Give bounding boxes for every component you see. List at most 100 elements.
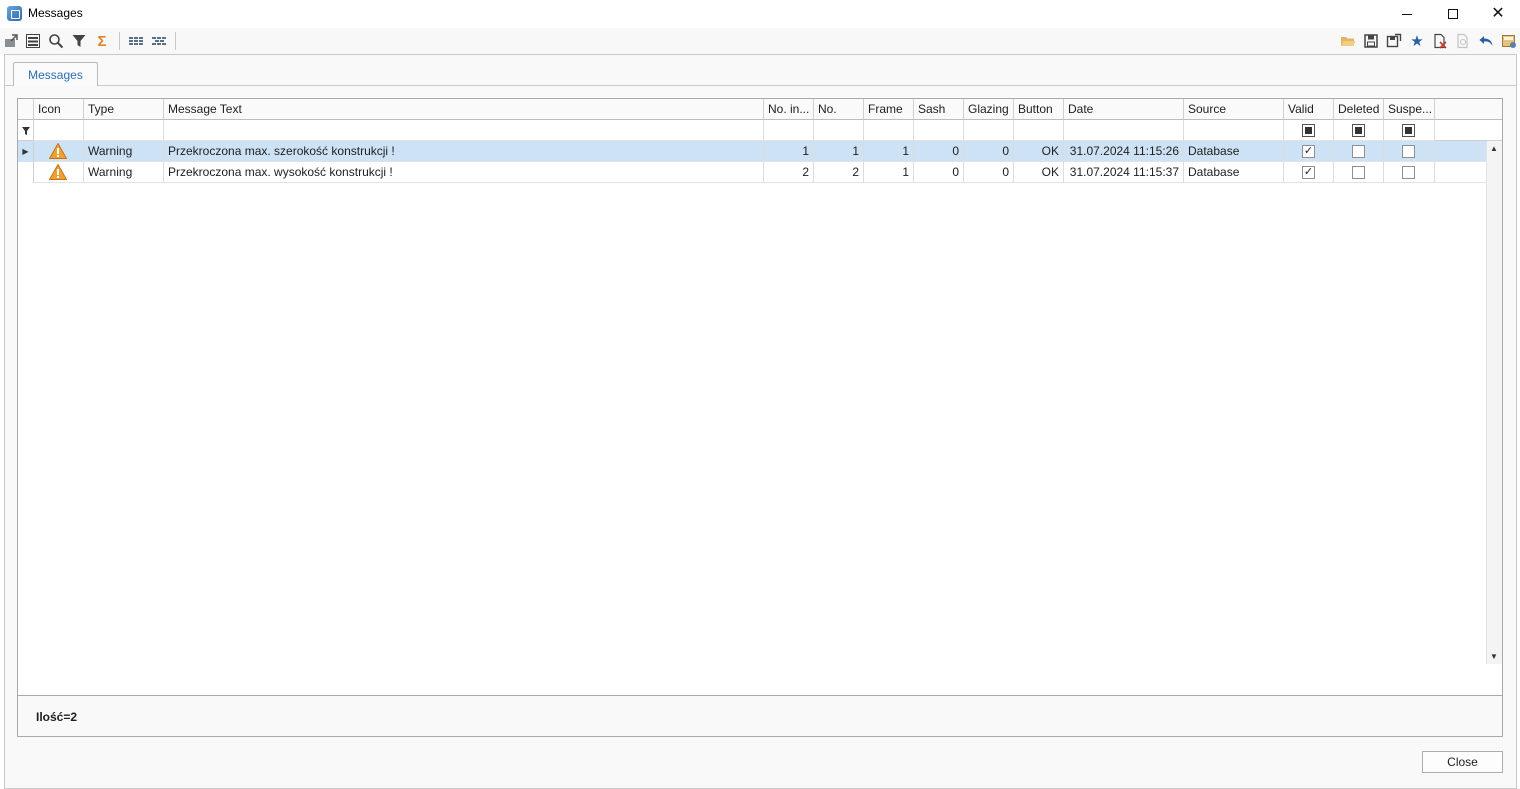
tab-messages[interactable]: Messages: [13, 62, 98, 86]
cell-date: 31.07.2024 11:15:37: [1064, 162, 1184, 183]
document-disabled-icon: [1454, 32, 1472, 50]
settings-image-icon[interactable]: [1500, 32, 1518, 50]
warning-icon: [49, 143, 67, 159]
vertical-scrollbar[interactable]: ▲ ▼: [1486, 141, 1502, 664]
suspended-checkbox[interactable]: [1402, 145, 1415, 158]
valid-checkbox[interactable]: ✓: [1302, 166, 1315, 179]
cell-frame: 1: [864, 141, 914, 162]
column-header-type[interactable]: Type: [84, 99, 164, 120]
toolbar-separator: [175, 32, 176, 50]
collapse-all-icon[interactable]: [150, 32, 168, 50]
table-row[interactable]: ▶ Warning Przekroczona max. szerokość ko…: [18, 141, 1486, 162]
cell-button: OK: [1014, 162, 1064, 183]
filter-cell-valid: [1284, 120, 1334, 141]
cell-message-text: Przekroczona max. wysokość konstrukcji !: [164, 162, 764, 183]
cell-source: Database: [1184, 162, 1284, 183]
summary-panel: Ilość=2: [17, 695, 1503, 737]
valid-checkbox[interactable]: ✓: [1302, 145, 1315, 158]
column-header-suspended[interactable]: Suspe...: [1384, 99, 1435, 120]
row-indicator: [18, 162, 34, 183]
cell-type: Warning: [84, 141, 164, 162]
cell-type: Warning: [84, 162, 164, 183]
cell-glazing: 0: [964, 162, 1014, 183]
filter-deleted-checkbox[interactable]: [1352, 124, 1365, 137]
filter-icon[interactable]: [70, 32, 88, 50]
search-icon[interactable]: [47, 32, 65, 50]
column-header-glazing[interactable]: Glazing: [964, 99, 1014, 120]
column-header-message-text[interactable]: Message Text: [164, 99, 764, 120]
filter-cell-glazing[interactable]: [964, 120, 1014, 141]
toolbar: Σ ★: [0, 28, 1520, 54]
deleted-checkbox[interactable]: [1352, 166, 1365, 179]
close-button[interactable]: Close: [1422, 751, 1503, 773]
cell-deleted: [1334, 162, 1384, 183]
column-header-sash[interactable]: Sash: [914, 99, 964, 120]
filter-cell-suspended: [1384, 120, 1435, 141]
scroll-down-icon[interactable]: ▼: [1490, 652, 1498, 661]
cell-frame: 1: [864, 162, 914, 183]
filter-cell-type[interactable]: [84, 120, 164, 141]
save-as-icon[interactable]: [1385, 32, 1403, 50]
export-icon[interactable]: [2, 32, 20, 50]
cell-empty: [1435, 141, 1486, 162]
filter-cell-message-text[interactable]: [164, 120, 764, 141]
column-header-source[interactable]: Source: [1184, 99, 1284, 120]
column-header-date[interactable]: Date: [1064, 99, 1184, 120]
filter-valid-checkbox[interactable]: [1302, 124, 1315, 137]
suspended-checkbox[interactable]: [1402, 166, 1415, 179]
filter-cell-icon[interactable]: [34, 120, 84, 141]
filter-suspended-checkbox[interactable]: [1402, 124, 1415, 137]
undo-icon[interactable]: [1477, 32, 1495, 50]
filter-cell-date[interactable]: [1064, 120, 1184, 141]
table-row[interactable]: Warning Przekroczona max. wysokość konst…: [18, 162, 1486, 183]
cell-message-text: Przekroczona max. szerokość konstrukcji …: [164, 141, 764, 162]
filter-cell-deleted: [1334, 120, 1384, 141]
filter-cell-sash[interactable]: [914, 120, 964, 141]
maximize-icon: [1448, 9, 1458, 19]
column-header-frame[interactable]: Frame: [864, 99, 914, 120]
column-header-valid[interactable]: Valid: [1284, 99, 1334, 120]
grid-footer: [17, 664, 1503, 696]
filter-row: [18, 120, 1502, 141]
column-header-button[interactable]: Button: [1014, 99, 1064, 120]
cell-button: OK: [1014, 141, 1064, 162]
cell-no: 1: [814, 141, 864, 162]
close-window-button[interactable]: ✕: [1475, 0, 1520, 28]
favorite-star-icon[interactable]: ★: [1408, 32, 1426, 50]
column-header-deleted[interactable]: Deleted: [1334, 99, 1384, 120]
filter-cell-no[interactable]: [814, 120, 864, 141]
cell-suspended: [1384, 162, 1435, 183]
minimize-button[interactable]: [1384, 0, 1430, 28]
cell-suspended: [1384, 141, 1435, 162]
title-bar: Messages ✕: [0, 0, 1520, 28]
cell-icon: [34, 141, 84, 162]
filter-cell-frame[interactable]: [864, 120, 914, 141]
expand-all-icon[interactable]: [127, 32, 145, 50]
maximize-button[interactable]: [1430, 0, 1476, 28]
column-header-icon[interactable]: Icon: [34, 99, 84, 120]
warning-icon: [49, 164, 67, 180]
column-header-no-in[interactable]: No. in...: [764, 99, 814, 120]
save-icon[interactable]: [1362, 32, 1380, 50]
row-indicator-icon: ▶: [18, 141, 34, 162]
deleted-checkbox[interactable]: [1352, 145, 1365, 158]
filter-cell-source[interactable]: [1184, 120, 1284, 141]
messages-grid: Icon Type Message Text No. in... No. Fra…: [17, 98, 1503, 665]
cell-source: Database: [1184, 141, 1284, 162]
cell-glazing: 0: [964, 141, 1014, 162]
record-count: Ilość=2: [36, 710, 78, 724]
filter-cell-no-in[interactable]: [764, 120, 814, 141]
delete-document-icon[interactable]: [1431, 32, 1449, 50]
open-folder-icon[interactable]: [1339, 32, 1357, 50]
scroll-up-icon[interactable]: ▲: [1490, 144, 1498, 153]
cell-sash: 0: [914, 162, 964, 183]
layout-icon[interactable]: [24, 32, 42, 50]
column-header-no[interactable]: No.: [814, 99, 864, 120]
cell-no-in: 1: [764, 141, 814, 162]
cell-valid: ✓: [1284, 162, 1334, 183]
filter-row-icon: [18, 120, 34, 141]
sum-icon[interactable]: Σ: [93, 32, 111, 50]
header-indicator: [18, 99, 34, 120]
filter-cell-button[interactable]: [1014, 120, 1064, 141]
cell-no-in: 2: [764, 162, 814, 183]
